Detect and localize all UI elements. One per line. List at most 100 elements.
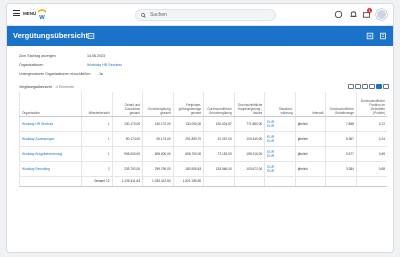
org-link[interactable]: Workday Recruiting [19,161,82,177]
table-header-row: Organisation Mitarbeiterzahl Gehalt und … [19,92,387,117]
chat-icon[interactable] [334,10,343,19]
org-link[interactable]: Workday Entgeltabrechnung [19,146,82,162]
table-cell [355,176,387,187]
export-icon[interactable] [366,32,374,40]
currency-sub: EUR [267,168,275,173]
expand-icon[interactable] [369,83,375,90]
page-title-bar: Vergütungsübersicht [7,26,393,46]
app-window: MENÜ w Suchen 1 Vergütungsübersicht Zum … [6,3,394,253]
table-cell: 72.152,00 [203,146,235,162]
currency-link[interactable]: EUR [267,150,274,154]
currency-link[interactable]: EUR [267,135,274,139]
field-value: Ja [99,72,103,76]
table-cell: 608.700,00 [172,146,204,162]
field-value: 14.06.2023 [87,54,105,58]
headcount-link[interactable]: 1 [81,116,113,132]
table-cell: 90.174,00 [111,131,143,147]
table-cell: 135.566,00 [203,161,235,177]
headcount-link[interactable]: 3 [81,161,113,177]
item-count: 4 Elemente [55,85,74,89]
headcount-link[interactable]: 1 [81,131,113,147]
table-cell: 130.170,00 [142,116,174,132]
table-cell: 22.267,00 [203,131,235,147]
table-row: Workday Recruiting 3 239.792,00 299.790,… [19,161,387,177]
table-cell [203,176,235,187]
search-input[interactable]: Suchen [135,9,276,21]
page-title: Vergütungsübersicht [13,31,89,40]
table-cell: 130.170,00 [111,116,143,132]
table-row: Workday HR Services 1 130.170,00 130.170… [19,116,387,132]
table-row: Workday Zuweisungen 1 90.174,00 90.174,0… [19,131,387,147]
table-view-icon[interactable] [376,83,382,90]
compensation-table: Organisation Mitarbeiterzahl Gehalt und … [19,92,387,187]
currency-sub: EUR [267,138,275,143]
related-actions-icon[interactable] [87,32,95,40]
column-header[interactable]: Durchschnittliche Hauptvergütung - Issue… [233,92,265,117]
table-cell: 9.577 [325,146,357,162]
table-cell [294,176,326,187]
currency-cell: EUR EUR [264,131,296,147]
currency-cell: EUR EUR [264,116,296,132]
currency-cell: EUR EUR [264,146,296,162]
column-header[interactable]: Intervall [294,92,326,117]
section-header: Vergütungsübersicht 4 Elemente [19,85,74,89]
table-cell: 103.672,00 [233,161,265,177]
section-title: Vergütungsübersicht [19,85,52,89]
organization-link[interactable]: Workday HR Services [87,63,122,67]
column-header[interactable]: Gehalt und Zuschüsse gesamt [111,92,143,117]
avatar[interactable] [376,9,387,20]
table-cell: 6.967 [325,131,357,147]
table-cell: jährlich [294,146,326,162]
currency-link[interactable]: EUR [267,165,274,169]
total-cell: 1.521.155,50 [172,176,204,187]
column-header[interactable]: Freiphase- gültungsbezüge gesamt [172,92,204,117]
menu-button[interactable]: MENÜ [13,10,36,16]
table-cell [325,176,357,187]
total-count: 12 [106,179,110,183]
table-cell: 0,72 [355,116,387,132]
search-icon [141,12,146,18]
chart-view-icon[interactable] [383,83,389,90]
table-cell: 608.000,00 [142,146,174,162]
table-cell: 130.424,67 [203,116,235,132]
column-header[interactable]: Durchschnittliche Gehaltsrange [325,92,357,117]
table-cell [233,176,265,187]
column-header[interactable]: Standard-währung [264,92,296,117]
table-cell: 299.790,00 [142,161,174,177]
export-excel-icon[interactable] [348,83,354,90]
currency-link[interactable]: EUR [267,120,274,124]
menu-label: MENÜ [23,10,37,16]
table-cell: jährlich [294,131,326,147]
column-header[interactable]: Mitarbeiterzahl [81,92,113,117]
column-header[interactable]: Grundvergütung gesamt [142,92,174,117]
table-cell [264,176,296,187]
table-cell: 0,69 [355,146,387,162]
table-row: Workday Entgeltabrechnung 1 908.000,00 6… [19,146,387,162]
table-cell: 0,24 [355,131,387,147]
column-header[interactable]: Durchschnittliche Grundvergütung [203,92,235,117]
svg-text:w: w [38,14,45,20]
column-header[interactable]: Organisation [19,92,82,117]
field-label: Untergeordnete Organisationen einschließ… [19,72,91,76]
table-cell: 100.440,00 [233,131,265,147]
bell-icon[interactable] [349,10,358,19]
headcount-link[interactable]: 1 [81,146,113,162]
table-cell: 183.909,63 [172,161,204,177]
currency-sub: EUR [267,123,275,128]
field-label: Zum Stichtag anzeigen [19,54,56,58]
table-cell: 239.792,00 [111,161,143,177]
table-cell: jährlich [294,116,326,132]
filter-icon[interactable] [355,83,361,90]
org-link[interactable]: Workday HR Services [19,116,82,132]
org-link[interactable]: Workday Zuweisungen [19,131,82,147]
table-cell: 130.000,00 [172,116,204,132]
currency-cell: EUR EUR [264,161,296,177]
top-bar: MENÜ w Suchen 1 [7,4,393,26]
sort-icon[interactable] [362,83,368,90]
table-toolbar [348,83,389,90]
column-header[interactable]: Durchschnittliche Position im Zielmittel… [355,92,387,117]
settings-icon[interactable] [379,32,387,40]
table-cell [19,176,82,187]
workday-logo[interactable]: w [36,8,48,20]
table-cell: 159.216,00 [233,146,265,162]
